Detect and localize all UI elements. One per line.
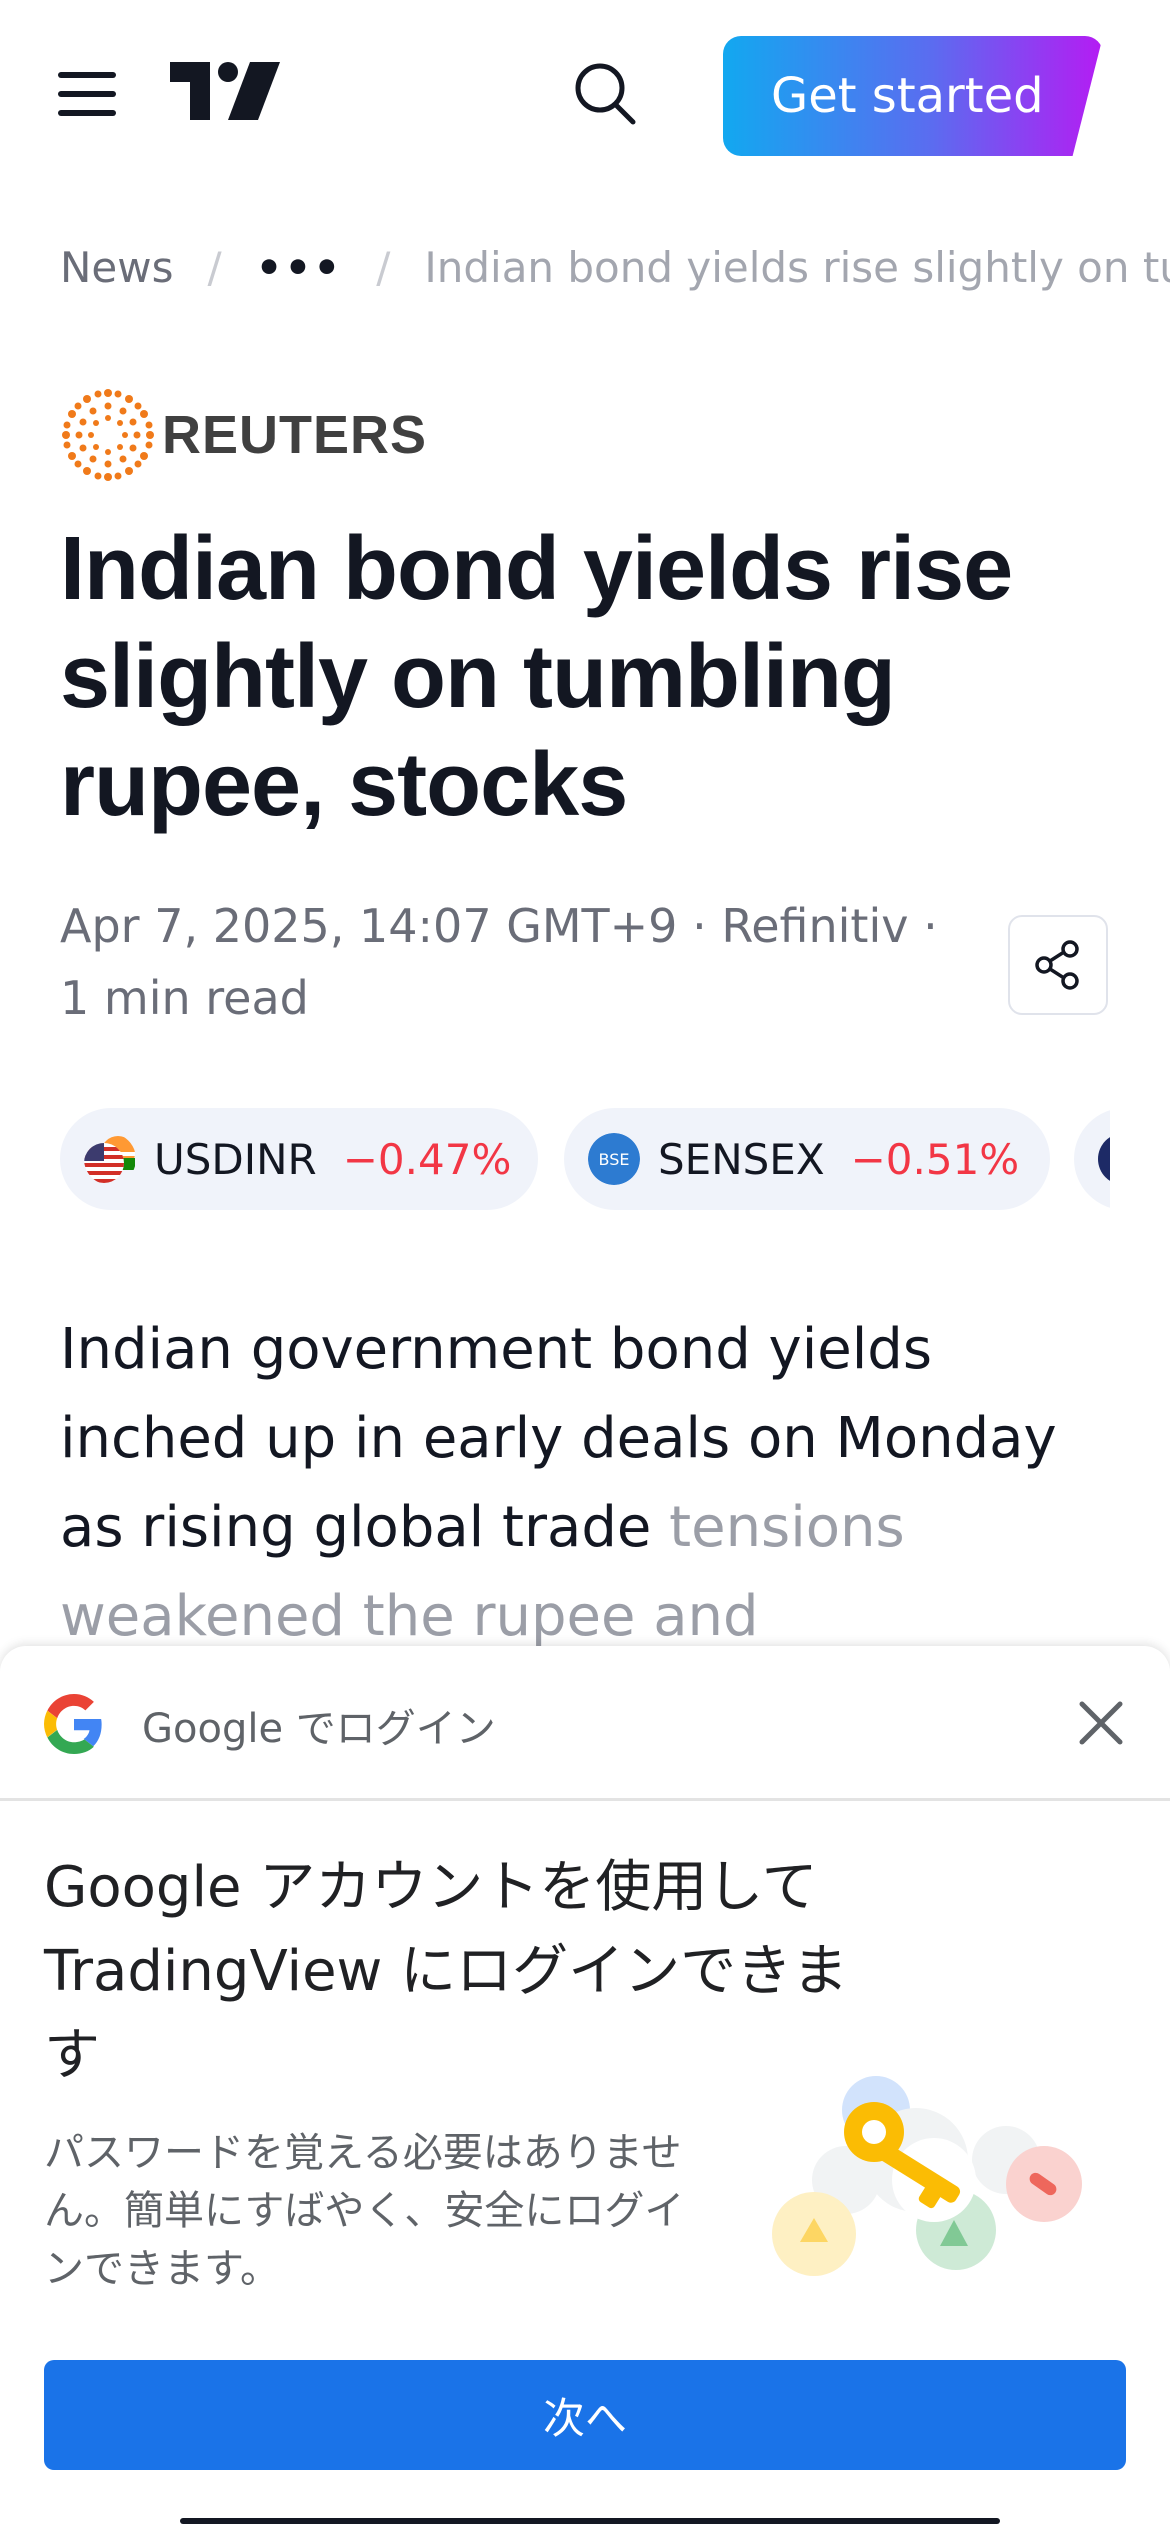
sheet-title: Google アカウントを使用して TradingView にログインできます [44, 1855, 849, 2088]
svg-text:BSE: BSE [599, 1150, 630, 1169]
breadcrumb-more-button[interactable]: ••• [256, 243, 343, 292]
ticker-chip-usdinr[interactable]: USDINR −0.47% [60, 1108, 538, 1210]
google-signin-sheet: Google でログイン Google アカウントを使用して TradingVi… [0, 1646, 1170, 2532]
sheet-header-title: Google でログイン [142, 1706, 496, 1752]
article-source: REUTERS [60, 385, 427, 485]
related-tickers: USDINR −0.47% BSE SENSEX −0.51% [60, 1108, 1110, 1210]
breadcrumb: News / ••• / Indian bond yields rise sli… [60, 232, 1170, 302]
google-g-icon [44, 1694, 102, 1754]
source-name[interactable]: REUTERS [162, 404, 427, 466]
get-started-button[interactable]: Get started [723, 36, 1103, 156]
tradingview-logo-icon[interactable] [170, 62, 280, 120]
ticker-chip-sensex[interactable]: BSE SENSEX −0.51% [564, 1108, 1050, 1210]
ticker-symbol: SENSEX [658, 1134, 825, 1184]
share-icon [1035, 940, 1079, 990]
breadcrumb-current: Indian bond yields rise slightly on tu [424, 242, 1170, 292]
article-body: Indian government bond yields inched up … [60, 1305, 1130, 1661]
sheet-header: Google でログイン [0, 1646, 1170, 1801]
close-icon[interactable] [1074, 1696, 1128, 1750]
breadcrumb-news-link[interactable]: News [60, 243, 174, 292]
next-button[interactable]: 次へ [44, 2360, 1126, 2470]
share-button[interactable] [1008, 915, 1108, 1015]
underlying-content-peek [180, 2504, 1000, 2524]
ticker-icon [1098, 1133, 1110, 1185]
article-meta: Apr 7, 2025, 14:07 GMT+9 · Refinitiv · 1… [60, 899, 938, 1025]
reuters-logo-icon [62, 389, 154, 481]
passkey-illustration [772, 2076, 1082, 2276]
top-bar: Get started [0, 0, 1170, 190]
ticker-change: −0.47% [342, 1134, 512, 1184]
ticker-symbol: USDINR [154, 1134, 317, 1184]
article-body-text: Indian government bond yields inched up … [60, 1317, 1057, 1560]
sheet-description: パスワードを覚える必要はありません。簡単にすばやく、安全にログインできます。 [44, 2130, 685, 2292]
us-india-flag-icon [84, 1136, 135, 1183]
hamburger-menu-icon[interactable] [58, 72, 116, 116]
breadcrumb-separator: / [207, 242, 222, 292]
article-title: Indian bond yields rise slightly on tumb… [60, 519, 1013, 835]
ticker-change: −0.51% [850, 1134, 1020, 1184]
bse-icon: BSE [588, 1133, 640, 1185]
breadcrumb-separator: / [376, 242, 391, 292]
ticker-chip-partial[interactable] [1074, 1108, 1110, 1210]
search-icon[interactable] [570, 60, 640, 130]
